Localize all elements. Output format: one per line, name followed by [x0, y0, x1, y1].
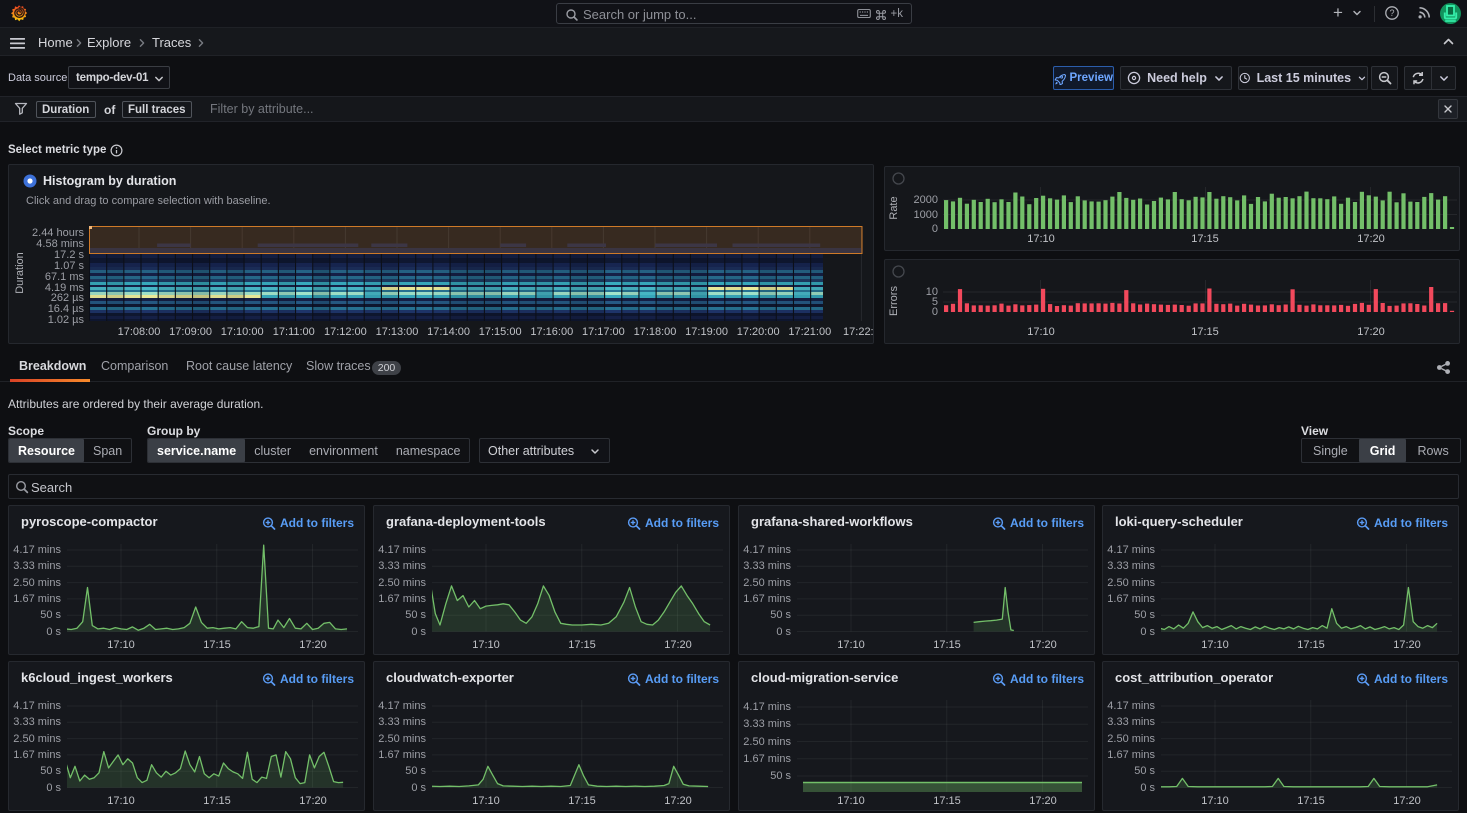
- svg-text:?: ?: [1389, 8, 1394, 18]
